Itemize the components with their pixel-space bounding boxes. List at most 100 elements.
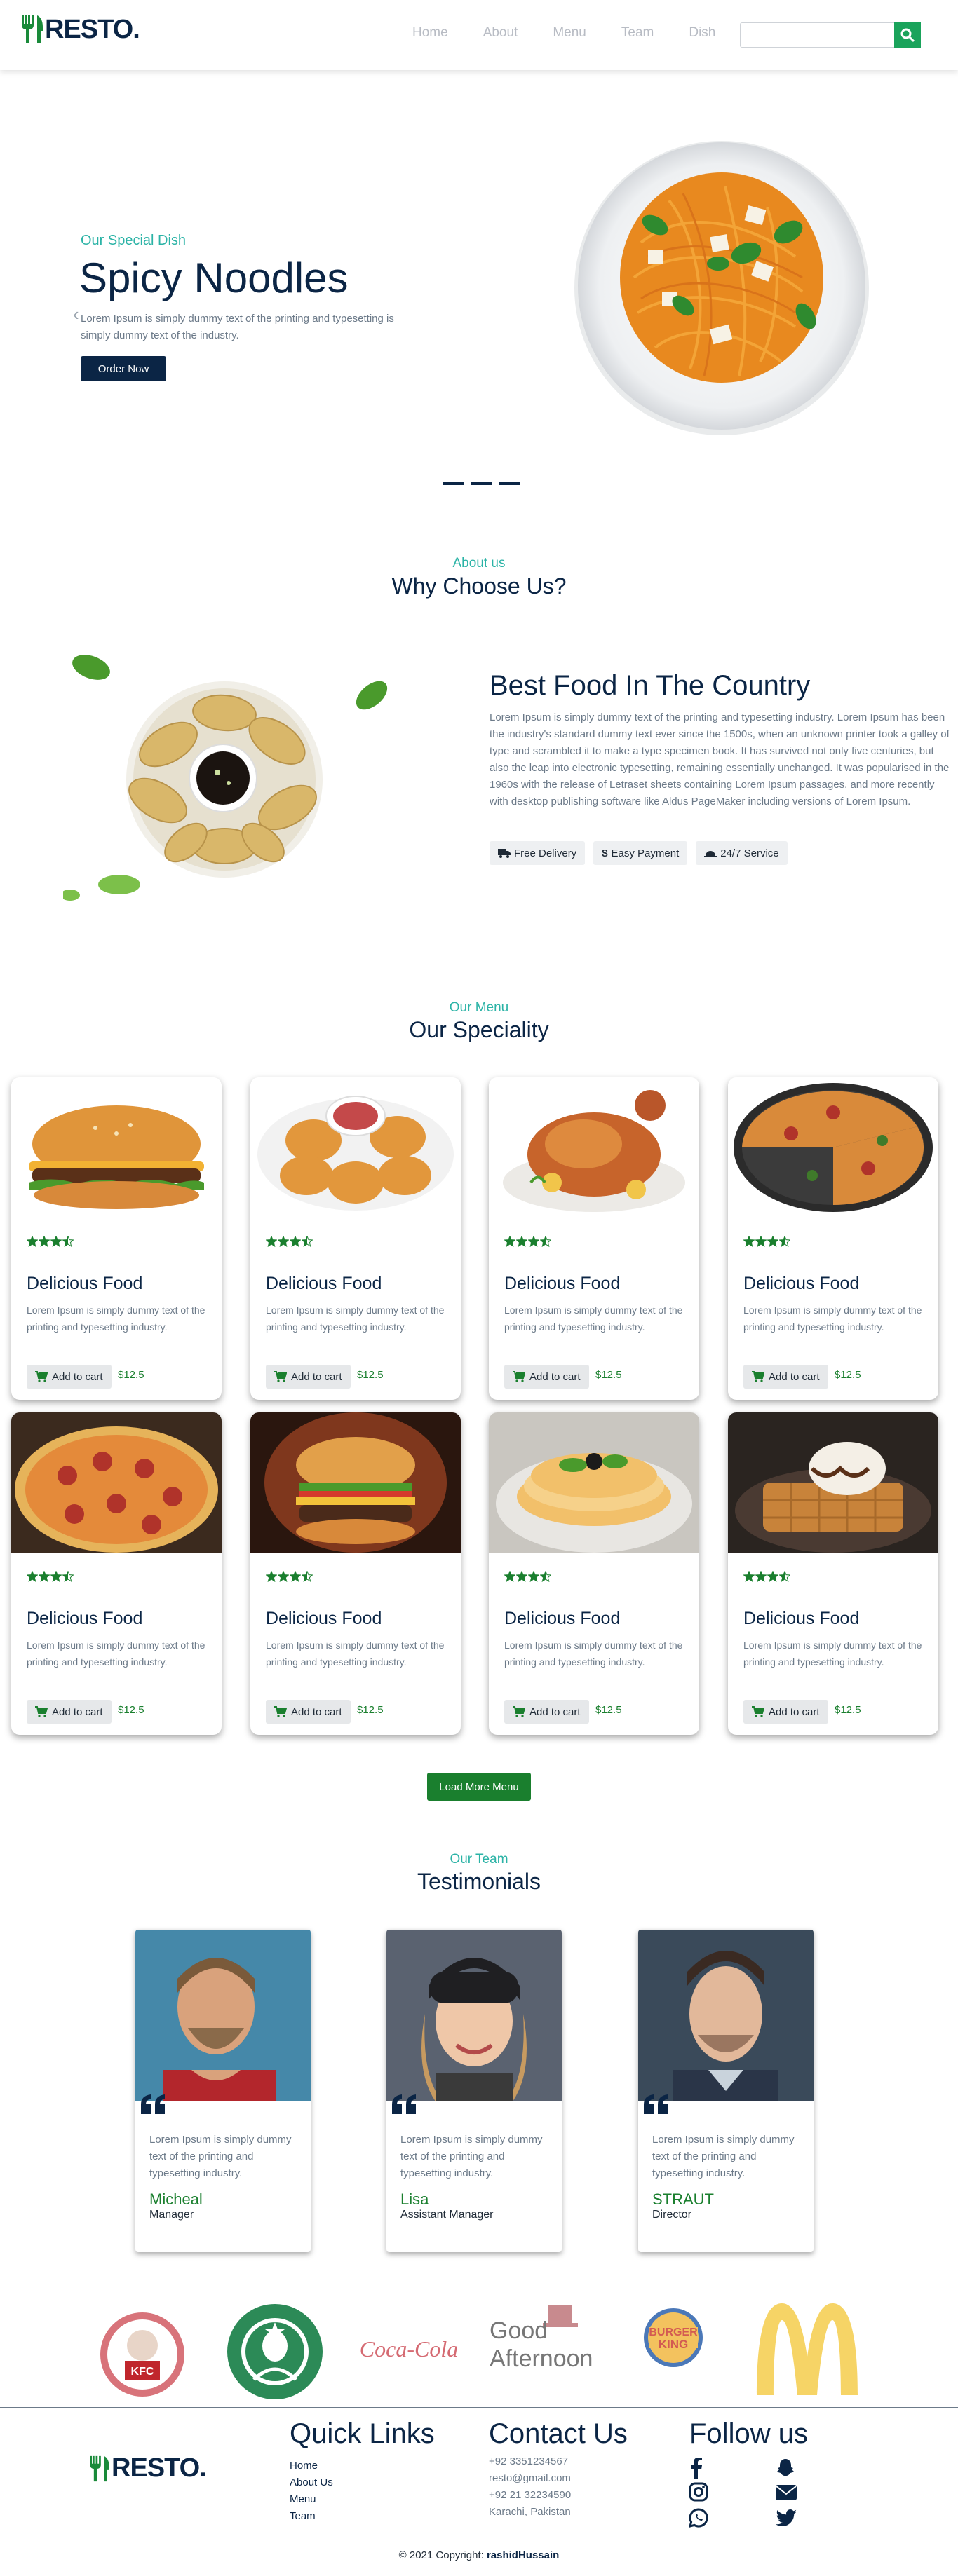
rating-stars [743, 1571, 790, 1582]
star-icon [39, 1236, 50, 1247]
hero-text: Lorem Ipsum is simply dummy text of the … [81, 313, 394, 341]
dollar-icon: $ [602, 847, 608, 859]
menu-card-text: Lorem Ipsum is simply dummy text of the … [266, 1640, 445, 1668]
menu-card-price: $12.5 [357, 1704, 384, 1716]
add-to-cart-button[interactable]: Add to cart [504, 1365, 589, 1389]
cart-icon [752, 1706, 764, 1717]
star-icon [504, 1571, 515, 1582]
snapchat-icon[interactable] [775, 2458, 796, 2479]
order-now-button[interactable]: Order Now [81, 356, 166, 381]
nav-home[interactable]: Home [412, 25, 448, 41]
cocacola-text: Coca-Cola [360, 2336, 458, 2362]
add-to-cart-label: Add to cart [529, 1705, 581, 1718]
cart-icon [513, 1706, 525, 1717]
star-icon [302, 1236, 313, 1247]
star-icon [528, 1571, 539, 1582]
email-icon[interactable] [776, 2485, 797, 2500]
star-icon [278, 1571, 289, 1582]
carousel-indicators [443, 482, 520, 485]
add-to-cart-button[interactable]: Add to cart [743, 1700, 828, 1724]
footer-divider [0, 2407, 958, 2408]
nav-about[interactable]: About [483, 25, 518, 41]
food-image [250, 1077, 461, 1218]
load-more-button[interactable]: Load More Menu [427, 1773, 531, 1801]
kfc-logo: KFC [100, 2312, 184, 2397]
service-icon [704, 851, 717, 857]
star-icon [266, 1236, 277, 1247]
quote-icon [392, 2094, 416, 2114]
logo[interactable]: RESTO. [20, 14, 140, 45]
instagram-icon[interactable] [689, 2482, 708, 2502]
menu-card-title: Delicious Food [27, 1274, 143, 1293]
team-member-role: Assistant Manager [400, 2209, 494, 2221]
carousel-dot[interactable] [499, 482, 520, 485]
carousel-dot[interactable] [443, 482, 464, 485]
add-to-cart-label: Add to cart [769, 1705, 820, 1718]
star-icon [767, 1571, 778, 1582]
feature-chips: Free Delivery $ Easy Payment 24/7 Servic… [490, 841, 788, 865]
add-to-cart-label: Add to cart [529, 1370, 581, 1383]
footer-link-team[interactable]: Team [290, 2508, 333, 2525]
star-icon [39, 1571, 50, 1582]
facebook-icon[interactable] [689, 2458, 703, 2479]
menu-card-title: Delicious Food [504, 1609, 621, 1628]
add-to-cart-label: Add to cart [52, 1370, 103, 1383]
copyright: © 2021 Copyright: rashidHussain [0, 2549, 958, 2561]
twitter-icon[interactable] [776, 2509, 797, 2528]
footer-logo-text: RESTO. [112, 2453, 207, 2483]
menu-card-price: $12.5 [357, 1369, 384, 1381]
nav-team[interactable]: Team [621, 25, 654, 41]
nav-menu[interactable]: Menu [553, 25, 586, 41]
footer-link-home[interactable]: Home [290, 2458, 333, 2474]
add-to-cart-button[interactable]: Add to cart [743, 1365, 828, 1389]
starbucks-logo [227, 2304, 323, 2399]
contact-address: Karachi, Pakistan [489, 2506, 571, 2518]
cart-icon [35, 1706, 48, 1717]
kfc-text: KFC [131, 2366, 154, 2378]
footer-link-menu[interactable]: Menu [290, 2491, 333, 2508]
footer-link-about[interactable]: About Us [290, 2474, 333, 2491]
fork-knife-icon [22, 15, 43, 43]
rating-stars [266, 1236, 313, 1247]
menu-card: Delicious Food Lorem Ipsum is simply dumm… [11, 1412, 222, 1735]
star-icon [540, 1571, 551, 1582]
team-title: Testimonials [417, 1869, 541, 1894]
team-member-photo [386, 1930, 562, 2101]
star-icon [27, 1571, 38, 1582]
nav-dish[interactable]: Dish [689, 25, 715, 41]
add-to-cart-button[interactable]: Add to cart [27, 1365, 112, 1389]
carousel-prev-icon[interactable]: ‹ [73, 304, 79, 325]
menu-card-text: Lorem Ipsum is simply dummy text of the … [27, 1640, 205, 1668]
footer-logo[interactable]: RESTO. [88, 2453, 207, 2483]
copyright-author[interactable]: rashidHussain [487, 2549, 559, 2561]
team-member-name: STRAUT [652, 2190, 714, 2208]
star-icon [290, 1571, 301, 1582]
star-icon [62, 1571, 74, 1582]
menu-card-title: Delicious Food [266, 1274, 382, 1293]
rating-stars [27, 1571, 74, 1582]
team-member-role: Director [652, 2209, 692, 2221]
search-input[interactable] [740, 22, 905, 48]
team-member-role: Manager [149, 2209, 194, 2221]
star-icon [779, 1236, 790, 1247]
add-to-cart-button[interactable]: Add to cart [27, 1700, 112, 1724]
menu-card-title: Delicious Food [504, 1274, 621, 1293]
food-image [250, 1412, 461, 1553]
menu-subtitle: Our Menu [449, 1000, 509, 1015]
add-to-cart-button[interactable]: Add to cart [504, 1700, 589, 1724]
menu-card: Delicious Food Lorem Ipsum is simply dumm… [489, 1412, 699, 1735]
whatsapp-icon[interactable] [689, 2508, 708, 2528]
add-to-cart-label: Add to cart [291, 1370, 342, 1383]
add-to-cart-button[interactable]: Add to cart [266, 1365, 351, 1389]
feature-easy-payment: $ Easy Payment [593, 841, 688, 865]
add-to-cart-button[interactable]: Add to cart [266, 1700, 351, 1724]
quick-links-title: Quick Links [290, 2418, 435, 2449]
search-button[interactable] [894, 22, 921, 48]
carousel-dot[interactable] [471, 482, 492, 485]
food-image [489, 1077, 699, 1218]
menu-card-text: Lorem Ipsum is simply dummy text of the … [504, 1640, 683, 1668]
search-icon [900, 28, 915, 43]
hero-subtitle: Our Special Dish [81, 233, 187, 248]
team-subtitle: Our Team [450, 1852, 508, 1867]
testimonial-quote: Lorem Ipsum is simply dummy text of the … [400, 2134, 543, 2179]
